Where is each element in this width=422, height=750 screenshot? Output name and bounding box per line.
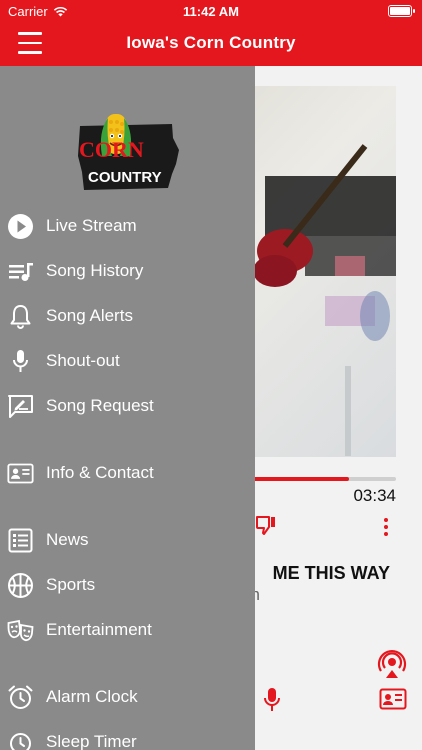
total-time: 03:34 [353,486,396,505]
menu-label: Alarm Clock [46,687,138,706]
menu-label: Live Stream [46,216,137,235]
logo-text-country: COUNTRY [88,169,162,186]
menu-item-info-contact[interactable]: Info & Contact [0,453,255,493]
status-bar: Carrier 11:42 AM [0,0,422,22]
sports-ball-icon [8,573,33,598]
menu-label: Song Request [46,396,154,415]
broadcast-icon[interactable] [377,649,407,679]
menu-label: Sleep Timer [46,732,137,750]
song-history-icon [9,263,33,281]
contact-card-icon[interactable] [379,688,407,710]
status-time: 11:42 AM [183,4,239,19]
side-drawer: CORN COUNTRY Live Stream Song History So… [0,66,255,750]
song-request-icon [8,395,33,418]
theater-masks-icon [7,619,34,642]
battery-icon [388,5,415,17]
menu-item-live-stream[interactable]: Live Stream [0,206,255,246]
menu-item-sports[interactable]: Sports [0,565,255,605]
menu-label: Sports [46,575,96,594]
menu-item-sleep-timer[interactable]: Sleep Timer [0,722,255,750]
menu-label: Song Alerts [46,306,133,325]
bell-icon [10,305,31,329]
menu-label: Song History [46,261,144,280]
menu-item-song-request[interactable]: Song Request [0,386,255,426]
thumbs-down-icon[interactable] [254,514,278,538]
menu-item-song-alerts[interactable]: Song Alerts [0,296,255,336]
menu-label: Entertainment [46,620,152,639]
corn-country-logo: CORN COUNTRY [78,114,179,190]
menu-label: Shout-out [46,351,120,370]
logo-text-corn: CORN [79,137,144,162]
menu-item-news[interactable]: News [0,520,255,560]
menu-label: News [46,530,89,549]
sleep-timer-icon [10,733,31,750]
microphone-icon [13,350,28,372]
more-options-icon[interactable] [378,516,394,538]
menu-item-song-history[interactable]: Song History [0,251,255,291]
microphone-icon[interactable] [262,686,282,714]
menu-label: Info & Contact [46,463,154,482]
menu-item-shout-out[interactable]: Shout-out [0,341,255,381]
menu-item-entertainment[interactable]: Entertainment [0,610,255,650]
app-title: Iowa's Corn Country [126,33,296,52]
play-circle-icon [8,214,33,239]
menu-item-alarm-clock[interactable]: Alarm Clock [0,677,255,717]
alarm-clock-icon [8,685,33,709]
news-icon [8,528,33,553]
navigation-bar: Iowa's Corn Country [0,22,422,66]
contact-card-icon [7,463,34,484]
